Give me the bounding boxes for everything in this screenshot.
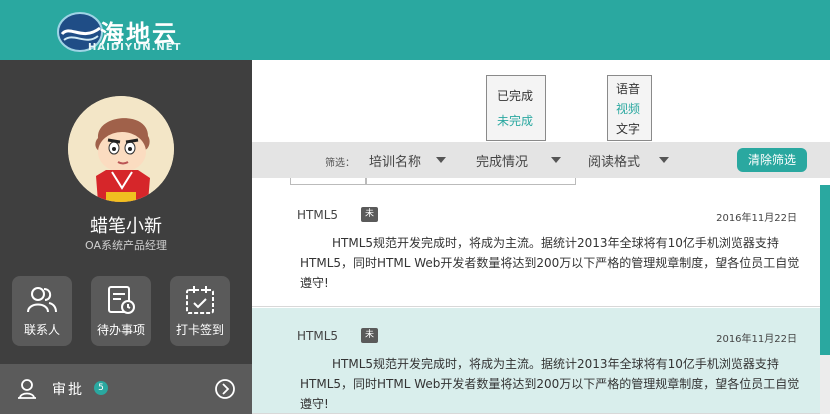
status-option-incomplete[interactable]: 未完成 — [497, 109, 545, 134]
format-dropdown-menu: 语音 视频 文字 — [607, 75, 652, 141]
approval-count-badge: 5 — [94, 381, 108, 395]
approval-menu-item[interactable]: 审批 5 — [0, 364, 252, 414]
avatar-illustration — [68, 96, 174, 202]
card-tag: HTML5 — [297, 329, 339, 343]
card-date: 2016年11月22日 — [716, 213, 797, 224]
todo-button[interactable]: 待办事项 — [91, 276, 151, 346]
chevron-down-icon[interactable] — [659, 157, 669, 163]
unread-badge: 未 — [361, 207, 378, 222]
dropdown-shadow-stub — [366, 178, 576, 185]
training-card[interactable]: HTML5 未 2016年11月22日 HTML5规范开发完成时，将成为主流。据… — [252, 187, 820, 307]
contacts-icon — [27, 287, 57, 313]
chevron-right-icon[interactable] — [214, 378, 236, 400]
filter-bar: 筛选： 培训名称 完成情况 阅读格式 清除筛选 — [252, 142, 830, 178]
card-date: 2016年11月22日 — [716, 334, 797, 345]
format-option-text[interactable]: 文字 — [616, 119, 651, 139]
status-option-completed[interactable]: 已完成 — [497, 84, 545, 109]
filter-read-format[interactable]: 阅读格式 — [588, 151, 640, 170]
filter-label: 筛选： — [325, 158, 355, 169]
filter-completion-status[interactable]: 完成情况 — [476, 151, 528, 170]
sidebar: 蜡笔小新 OA系统产品经理 联系人 待办事项 打卡签到 审批 5 — [0, 60, 252, 414]
avatar[interactable] — [68, 96, 174, 202]
training-card[interactable]: HTML5 未 2016年11月22日 HTML5规范开发完成时，将成为主流。据… — [252, 308, 820, 414]
filter-training-name[interactable]: 培训名称 — [369, 151, 421, 170]
clear-filter-button[interactable]: 清除筛选 — [737, 148, 807, 172]
format-option-video[interactable]: 视频 — [616, 99, 651, 119]
approval-label: 审批 — [52, 382, 84, 398]
todo-icon — [108, 286, 135, 314]
logo-subtext: HAIDIYUN.NET — [88, 42, 182, 53]
approval-user-icon — [18, 379, 36, 399]
checkin-button[interactable]: 打卡签到 — [170, 276, 230, 346]
todo-label: 待办事项 — [96, 323, 145, 337]
chevron-down-icon[interactable] — [551, 157, 561, 163]
contacts-label: 联系人 — [23, 323, 60, 337]
app-header: 海地云 HAIDIYUN.NET — [0, 0, 830, 60]
user-title: OA系统产品经理 — [85, 239, 167, 252]
user-name: 蜡笔小新 — [90, 216, 162, 237]
checkin-label: 打卡签到 — [175, 323, 224, 337]
contacts-button[interactable]: 联系人 — [12, 276, 72, 346]
scrollbar-thumb[interactable] — [820, 185, 830, 355]
card-tag: HTML5 — [297, 208, 339, 222]
status-dropdown-menu: 已完成 未完成 — [486, 75, 546, 141]
checkin-icon — [186, 286, 214, 314]
dropdown-shadow-stub — [290, 178, 366, 185]
format-option-audio[interactable]: 语音 — [616, 79, 651, 99]
chevron-down-icon[interactable] — [436, 157, 446, 163]
card-body: HTML5规范开发完成时，将成为主流。据统计2013年全球将有10亿手机浏览器支… — [300, 236, 800, 290]
card-body: HTML5规范开发完成时，将成为主流。据统计2013年全球将有10亿手机浏览器支… — [300, 357, 800, 411]
unread-badge: 未 — [361, 328, 378, 343]
main-content: 已完成 未完成 语音 视频 文字 筛选： 培训名称 完成情况 阅读格式 清除筛选… — [252, 60, 830, 414]
